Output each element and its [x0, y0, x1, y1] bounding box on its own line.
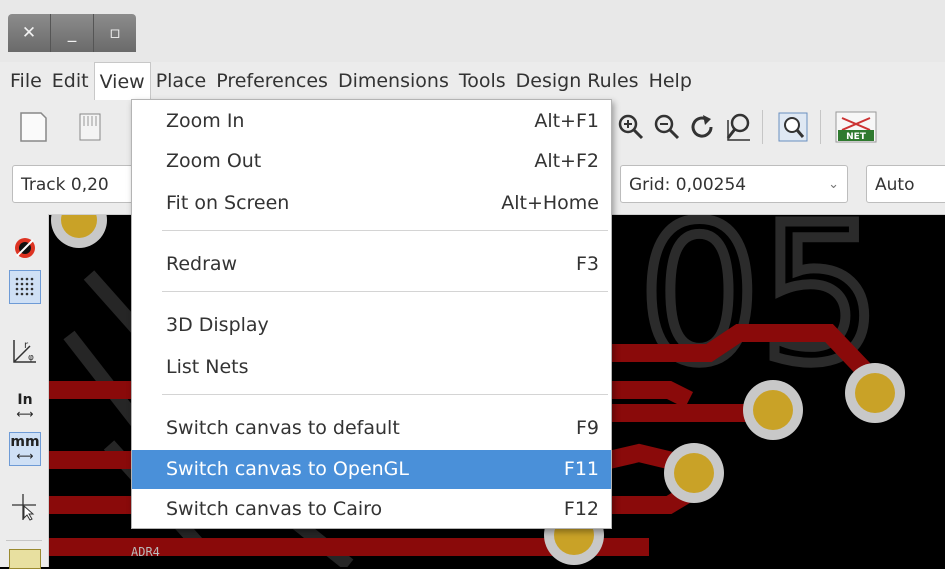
netlist-icon[interactable]: NET	[834, 110, 878, 144]
inch-units-label: In	[17, 392, 33, 408]
menu-item-shortcut: Alt+F1	[534, 110, 599, 132]
menu-edit[interactable]: Edit	[47, 62, 94, 100]
menu-item-label: 3D Display	[166, 314, 269, 336]
footprint-editor-icon[interactable]	[74, 110, 108, 144]
menu-item-shortcut: Alt+F2	[534, 150, 599, 172]
title-bar: ✕ _ ▫	[0, 0, 945, 62]
menu-item-label: Switch canvas to OpenGL	[166, 458, 409, 480]
menu-item-shortcut: F3	[575, 253, 599, 275]
grid-toggle-icon[interactable]	[9, 270, 41, 304]
silkscreen-ref-text: 05	[639, 215, 881, 405]
menu-item-label: Zoom In	[166, 110, 245, 132]
grid-value: Grid: 0,00254	[629, 175, 747, 195]
toolbar-separator	[820, 110, 821, 144]
mm-units-button[interactable]: mm ⟷	[9, 432, 41, 466]
zoom-out-icon[interactable]	[650, 110, 684, 144]
mm-units-label: mm	[10, 434, 40, 450]
zoom-selection-icon[interactable]	[776, 110, 810, 144]
menu-item-zoom-out[interactable]: Zoom Out Alt+F2	[132, 142, 611, 181]
grid-select[interactable]: Grid: 0,00254 ⌄	[620, 165, 848, 203]
view-menu-dropdown: Zoom In Alt+F1 Zoom Out Alt+F2 Fit on Sc…	[131, 99, 612, 529]
zoom-value: Auto	[875, 175, 915, 195]
polar-coords-icon[interactable]: r φ	[9, 334, 41, 368]
menu-item-fit-on-screen[interactable]: Fit on Screen Alt+Home	[132, 184, 611, 223]
menu-separator	[162, 291, 608, 292]
menu-help[interactable]: Help	[644, 62, 697, 100]
minimize-icon[interactable]: _	[51, 14, 94, 52]
menu-item-canvas-default[interactable]: Switch canvas to default F9	[132, 409, 611, 448]
menu-item-3d-display[interactable]: 3D Display	[132, 306, 611, 345]
redraw-icon[interactable]	[686, 110, 720, 144]
inch-units-button[interactable]: In ⟷	[9, 390, 41, 424]
menu-item-label: List Nets	[166, 356, 249, 378]
svg-text:NET: NET	[846, 132, 867, 142]
left-toolbar-separator	[6, 540, 42, 541]
menu-separator	[162, 394, 608, 395]
toolbar-separator	[762, 110, 763, 144]
menu-item-shortcut: F9	[575, 417, 599, 439]
track-width-value: Track 0,20	[21, 175, 109, 195]
svg-text:φ: φ	[28, 353, 34, 363]
menu-item-zoom-in[interactable]: Zoom In Alt+F1	[132, 102, 611, 141]
left-toolbar: r φ In ⟷ mm ⟷	[0, 214, 49, 569]
menu-bar: File Edit View Place Preferences Dimensi…	[0, 62, 945, 100]
maximize-icon[interactable]: ▫	[94, 14, 136, 52]
menu-separator	[162, 230, 608, 231]
double-arrow-icon: ⟷	[16, 407, 34, 421]
menu-dimensions[interactable]: Dimensions	[333, 62, 454, 100]
silk-label-text: ADR4	[131, 545, 160, 559]
menu-item-label: Switch canvas to Cairo	[166, 498, 383, 520]
layers-manager-icon[interactable]	[9, 549, 41, 569]
menu-place[interactable]: Place	[151, 62, 212, 100]
window-controls: ✕ _ ▫	[8, 14, 136, 52]
menu-item-canvas-opengl[interactable]: Switch canvas to OpenGL F11	[132, 450, 611, 489]
menu-item-canvas-cairo[interactable]: Switch canvas to Cairo F12	[132, 490, 611, 529]
menu-view[interactable]: View	[93, 62, 151, 100]
menu-item-label: Switch canvas to default	[166, 417, 400, 439]
new-board-icon[interactable]	[16, 110, 50, 144]
svg-text:r: r	[24, 340, 29, 351]
menu-item-list-nets[interactable]: List Nets	[132, 348, 611, 387]
zoom-auto-icon[interactable]	[722, 110, 756, 144]
zoom-select[interactable]: Auto	[866, 165, 945, 203]
menu-item-redraw[interactable]: Redraw F3	[132, 245, 611, 284]
menu-item-shortcut: F11	[563, 458, 599, 480]
zoom-in-icon[interactable]	[614, 110, 648, 144]
menu-preferences[interactable]: Preferences	[211, 62, 333, 100]
cursor-shape-icon[interactable]	[9, 490, 41, 524]
menu-file[interactable]: File	[0, 62, 47, 100]
menu-item-shortcut: F12	[563, 498, 599, 520]
menu-design-rules[interactable]: Design Rules	[511, 62, 644, 100]
chevron-down-icon: ⌄	[828, 177, 839, 192]
menu-item-label: Redraw	[166, 253, 238, 275]
menu-item-label: Zoom Out	[166, 150, 262, 172]
menu-item-label: Fit on Screen	[166, 192, 290, 214]
drc-off-icon[interactable]	[9, 230, 41, 264]
menu-tools[interactable]: Tools	[454, 62, 511, 100]
menu-item-shortcut: Alt+Home	[501, 192, 599, 214]
close-icon[interactable]: ✕	[8, 14, 51, 52]
double-arrow-icon: ⟷	[16, 449, 34, 463]
